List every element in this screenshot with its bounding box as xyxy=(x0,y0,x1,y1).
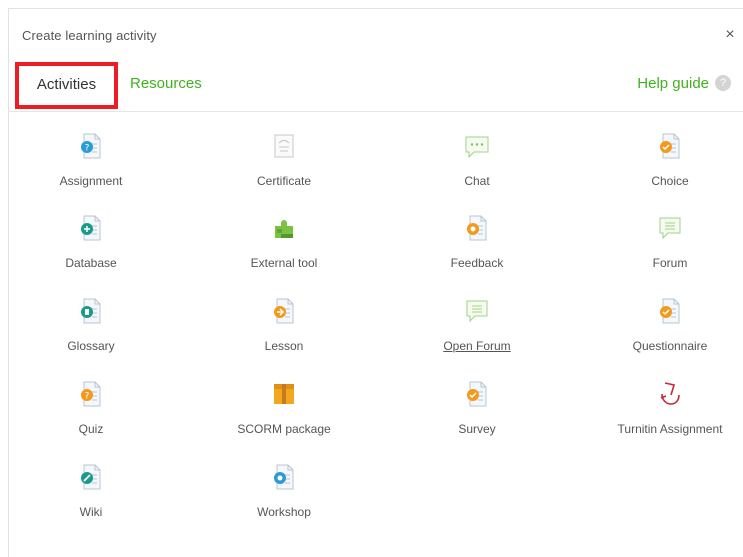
wiki-icon xyxy=(81,464,101,490)
create-activity-dialog: Create learning activity × Activities Re… xyxy=(8,8,743,557)
turnitin-icon xyxy=(660,382,680,405)
activity-lesson[interactable]: Lesson xyxy=(209,277,359,355)
dialog-title: Create learning activity xyxy=(22,28,157,43)
activity-label: SCORM package xyxy=(237,422,331,436)
activity-label: Open Forum xyxy=(443,339,511,353)
activity-database[interactable]: Database xyxy=(16,194,166,272)
activity-external-tool[interactable]: External tool xyxy=(209,194,359,272)
svg-text:?: ? xyxy=(85,392,90,402)
dialog-header: Create learning activity × xyxy=(9,9,743,61)
activity-workshop[interactable]: Workshop xyxy=(209,443,359,521)
activity-label: Wiki xyxy=(79,505,103,519)
activity-label: Survey xyxy=(458,422,496,436)
activity-label: Certificate xyxy=(256,174,312,188)
questionnaire-icon xyxy=(660,298,680,324)
tab-bar: Activities Resources Help guide? xyxy=(9,61,743,112)
activity-open-forum[interactable]: Open Forum xyxy=(402,277,552,355)
svg-text:?: ? xyxy=(85,144,90,154)
scorm-package-icon xyxy=(274,384,294,404)
activity-label: Questionnaire xyxy=(632,339,708,353)
database-icon xyxy=(81,215,101,241)
activity-label: Workshop xyxy=(257,505,311,519)
activity-label: Database xyxy=(65,256,117,270)
activity-label: Choice xyxy=(651,174,689,188)
activity-label: Lesson xyxy=(264,339,304,353)
activity-turnitin-assignment[interactable]: Turnitin Assignment xyxy=(595,360,743,438)
activity-survey[interactable]: Survey xyxy=(402,360,552,438)
activity-choice[interactable]: Choice xyxy=(595,112,743,190)
chat-icon xyxy=(465,136,489,159)
activity-label: Forum xyxy=(652,256,688,270)
feedback-icon xyxy=(467,215,487,241)
activity-questionnaire[interactable]: Questionnaire xyxy=(595,277,743,355)
activity-label: External tool xyxy=(250,256,318,270)
activity-glossary[interactable]: Glossary xyxy=(16,277,166,355)
lesson-icon xyxy=(274,298,294,324)
external-tool-icon xyxy=(275,220,293,238)
glossary-icon xyxy=(81,298,101,324)
activity-assignment[interactable]: ? Assignment xyxy=(16,112,166,190)
activity-label: Turnitin Assignment xyxy=(617,422,723,436)
activity-certificate[interactable]: Certificate xyxy=(209,112,359,190)
activity-scorm-package[interactable]: SCORM package xyxy=(209,360,359,438)
tab-resources[interactable]: Resources xyxy=(130,61,202,111)
choice-icon xyxy=(660,133,680,159)
activity-quiz[interactable]: ? Quiz xyxy=(16,360,166,438)
forum-icon xyxy=(659,217,681,240)
activity-label: Glossary xyxy=(67,339,115,353)
certificate-icon xyxy=(274,134,294,158)
activity-forum[interactable]: Forum xyxy=(595,194,743,272)
survey-icon xyxy=(467,381,487,407)
help-guide-link[interactable]: Help guide? xyxy=(637,61,731,111)
close-button[interactable]: × xyxy=(719,24,741,46)
activity-label: Chat xyxy=(464,174,490,188)
assignment-icon: ? xyxy=(81,133,101,159)
workshop-icon xyxy=(274,464,294,490)
tab-activities[interactable]: Activities xyxy=(15,62,118,109)
activity-feedback[interactable]: Feedback xyxy=(402,194,552,272)
help-guide-label: Help guide xyxy=(637,75,709,92)
help-icon: ? xyxy=(715,74,731,91)
activity-label: Assignment xyxy=(59,174,123,188)
activity-grid: ? Assignment Certificate Chat Choice Dat… xyxy=(9,112,743,557)
activity-wiki[interactable]: Wiki xyxy=(16,443,166,521)
activity-chat[interactable]: Chat xyxy=(402,112,552,190)
open-forum-icon xyxy=(466,300,488,323)
activity-label: Feedback xyxy=(450,256,504,270)
activity-label: Quiz xyxy=(78,422,104,436)
quiz-icon: ? xyxy=(81,381,101,407)
